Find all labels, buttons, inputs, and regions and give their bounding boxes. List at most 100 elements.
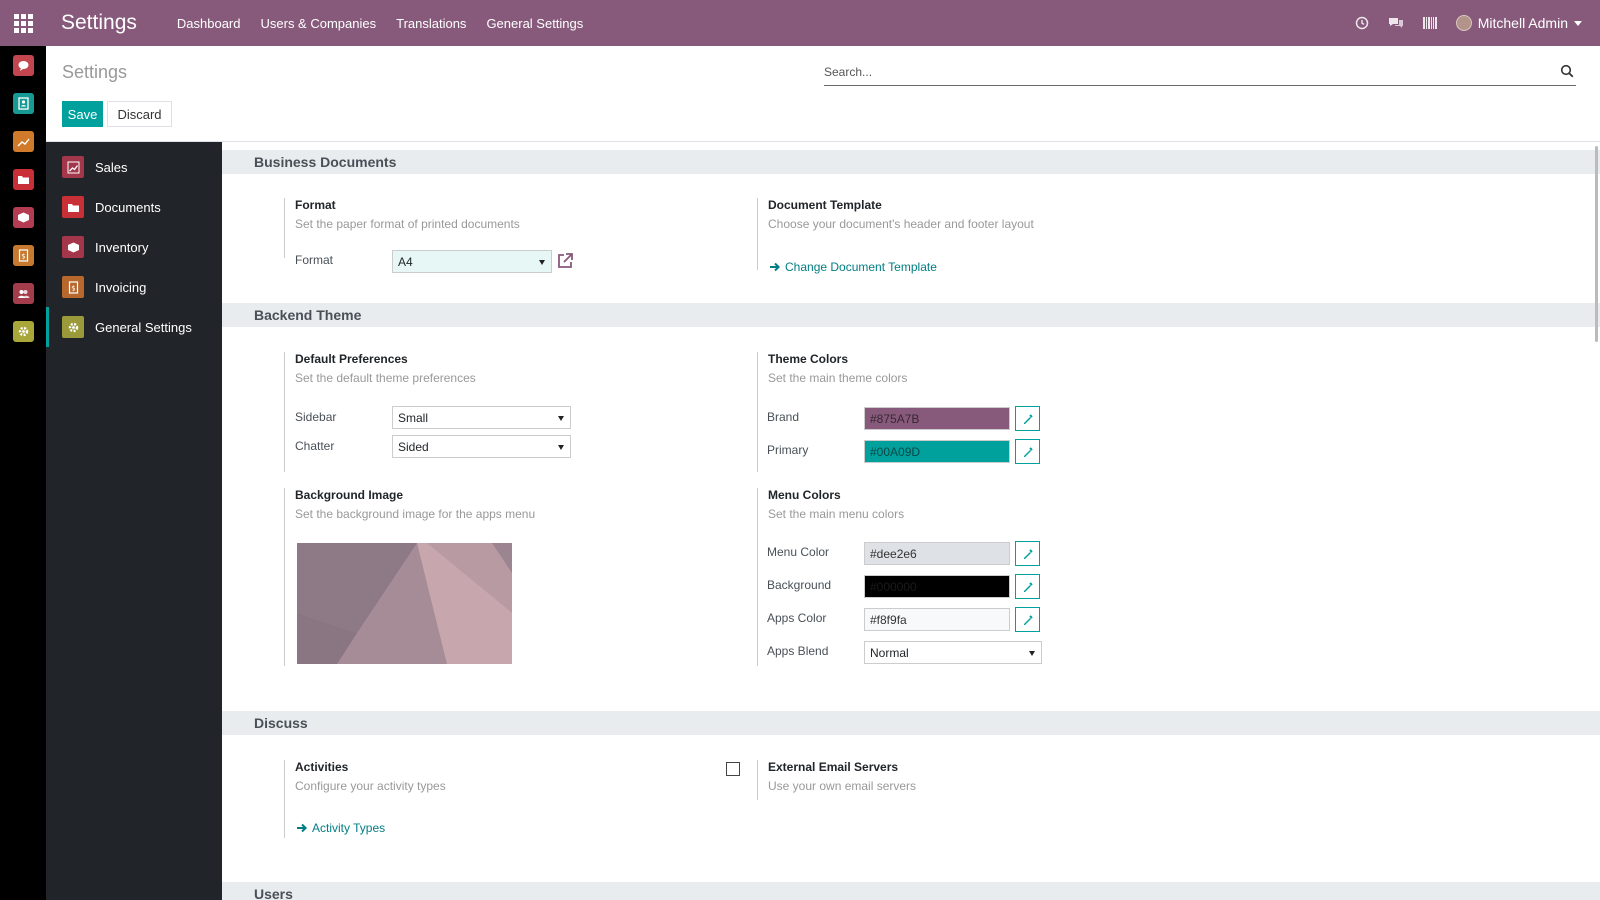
control-panel: Settings Save Discard (46, 46, 1600, 142)
settings-nav-label: Documents (95, 199, 161, 215)
settings-nav-invoicing[interactable]: $ Invoicing (46, 267, 222, 307)
external-link-icon[interactable] (556, 252, 574, 270)
menu-color-input[interactable]: #dee2e6 (864, 542, 1010, 565)
section-header-discuss: Discuss (222, 711, 1600, 735)
chatter-select[interactable]: Sided (392, 435, 571, 458)
discuss-icon (12, 54, 34, 76)
folder-icon (12, 168, 34, 190)
setting-title: Background Image (295, 488, 404, 502)
sales-chart-icon (62, 156, 84, 178)
eyedropper-icon (1023, 581, 1033, 592)
invoice-icon: $ (62, 276, 84, 298)
search-icon[interactable] (1560, 64, 1576, 80)
menu-translations[interactable]: Translations (396, 16, 466, 31)
settings-nav-documents[interactable]: Documents (46, 187, 222, 227)
apps-blend-select[interactable]: Normal (864, 641, 1042, 664)
format-select[interactable]: A4 (392, 250, 552, 273)
apps-grid-icon (13, 13, 33, 33)
setting-title: Format (295, 198, 336, 212)
rail-discuss[interactable] (0, 46, 46, 84)
change-document-template-link[interactable]: Change Document Template (770, 260, 937, 274)
sidebar-select[interactable]: Small (392, 406, 571, 429)
rail-documents[interactable] (0, 160, 46, 198)
rail-employees[interactable] (0, 274, 46, 312)
app-title: Settings (61, 11, 137, 34)
page-title: Settings (62, 62, 128, 82)
format-label: Format (295, 253, 334, 267)
search-bar (824, 59, 1576, 86)
setting-description: Set the default theme preferences (295, 371, 476, 385)
setting-description: Set the background image for the apps me… (295, 507, 536, 521)
setting-title: Document Template (768, 198, 882, 212)
setting-description: Choose your document's header and footer… (768, 217, 1034, 231)
scrollbar[interactable] (1595, 146, 1598, 342)
background-color-picker-button[interactable] (1015, 574, 1040, 599)
primary-color-picker-button[interactable] (1015, 439, 1040, 464)
user-name: Mitchell Admin (1477, 15, 1568, 31)
apps-color-label: Apps Color (767, 611, 827, 625)
user-menu[interactable]: Mitchell Admin (1455, 15, 1582, 31)
discard-button[interactable]: Discard (107, 101, 172, 127)
menu-general-settings[interactable]: General Settings (486, 16, 583, 31)
background-color-input[interactable]: #000000 (864, 575, 1010, 598)
rail-sales[interactable] (0, 122, 46, 160)
format-setting: Format Set the paper format of printed d… (284, 198, 584, 258)
brand-color-label: Brand (767, 410, 800, 424)
setting-title: Theme Colors (768, 352, 849, 366)
apps-menu-button[interactable] (0, 0, 46, 46)
apps-sidebar: $ (0, 46, 46, 900)
sales-chart-icon (12, 130, 34, 152)
menu-users-companies[interactable]: Users & Companies (261, 16, 377, 31)
top-navbar: Settings Dashboard Users & Companies Tra… (0, 0, 1600, 46)
rail-inventory[interactable] (0, 198, 46, 236)
apps-color-picker-button[interactable] (1015, 607, 1040, 632)
boxes-icon (12, 206, 34, 228)
menu-color-label: Menu Color (767, 545, 830, 559)
settings-nav-label: Sales (95, 159, 128, 175)
avatar (1455, 15, 1472, 31)
rail-settings[interactable] (0, 312, 46, 350)
settings-nav-label: Invoicing (95, 279, 147, 295)
activity-types-link[interactable]: Activity Types (297, 821, 385, 835)
gear-icon (62, 316, 84, 338)
settings-nav-inventory[interactable]: Inventory (46, 227, 222, 267)
arrow-right-icon (297, 823, 308, 833)
setting-description: Configure your activity types (295, 779, 446, 793)
clock-icon[interactable] (1354, 15, 1370, 31)
save-button[interactable]: Save (62, 101, 103, 127)
search-input[interactable] (824, 59, 1544, 85)
section-header-business-documents: Business Documents (222, 150, 1600, 174)
chat-icon[interactable] (1388, 15, 1404, 31)
primary-color-label: Primary (767, 443, 809, 457)
background-image-preview[interactable] (297, 543, 512, 664)
settings-nav-general-settings[interactable]: General Settings (46, 307, 222, 347)
section-header-users: Users (222, 882, 1600, 900)
primary-color-input[interactable]: #00A09D (864, 440, 1010, 463)
invoice-icon: $ (12, 244, 34, 266)
contacts-icon (12, 92, 34, 114)
setting-title: Default Preferences (295, 352, 408, 366)
apps-color-input[interactable]: #f8f9fa (864, 608, 1010, 631)
settings-nav-label: Inventory (95, 239, 149, 255)
brand-color-input[interactable]: #875A7B (864, 407, 1010, 430)
menu-color-picker-button[interactable] (1015, 541, 1040, 566)
setting-description: Set the main menu colors (768, 507, 905, 521)
setting-description: Set the main theme colors (768, 371, 908, 385)
eyedropper-icon (1023, 614, 1033, 625)
settings-nav-sales[interactable]: Sales (46, 147, 222, 187)
svg-text:$: $ (21, 252, 25, 260)
folder-icon (62, 196, 84, 218)
arrow-right-icon (770, 262, 781, 272)
background-color-label: Background (767, 578, 832, 592)
barcode-icon[interactable] (1422, 15, 1438, 31)
brand-color-picker-button[interactable] (1015, 406, 1040, 431)
external-email-servers-setting: External Email Servers Use your own emai… (757, 760, 1077, 800)
external-email-servers-checkbox[interactable] (726, 762, 740, 776)
boxes-icon (62, 236, 84, 258)
menu-dashboard[interactable]: Dashboard (177, 16, 241, 31)
gear-icon (12, 320, 34, 342)
setting-description: Use your own email servers (768, 779, 917, 793)
section-header-backend-theme: Backend Theme (222, 303, 1600, 327)
rail-invoicing[interactable]: $ (0, 236, 46, 274)
rail-contacts[interactable] (0, 84, 46, 122)
